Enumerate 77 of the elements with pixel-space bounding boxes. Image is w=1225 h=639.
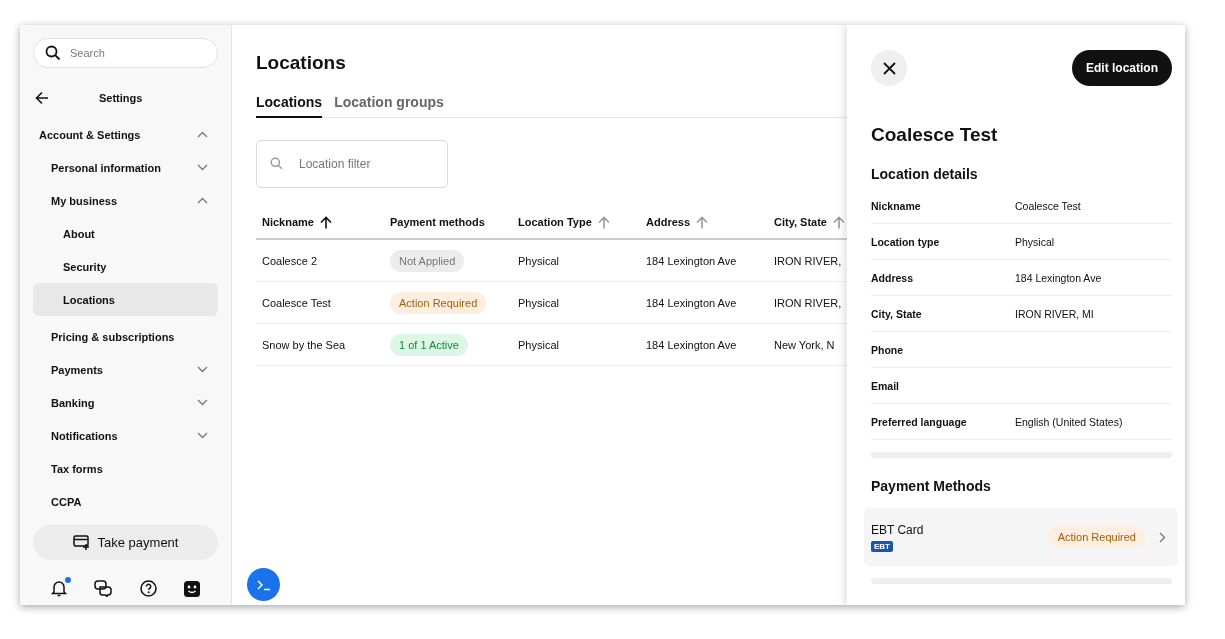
table-cell: Coalesce 2 [262, 254, 318, 267]
column-header[interactable]: Payment methods [390, 216, 485, 228]
detail-label: Location type [871, 235, 941, 248]
payment-method-name: EBT Card [871, 522, 925, 537]
detail-label: Preferred language [871, 415, 968, 428]
tab[interactable]: Locations [256, 94, 323, 118]
table-cell: Physical [518, 296, 559, 309]
page-title: Locations [256, 52, 347, 74]
table-cell: Snow by the Sea [262, 338, 346, 351]
table-cell: 184 Lexington Ave [646, 338, 737, 351]
edit-location-button[interactable]: Edit location [1072, 50, 1172, 86]
detail-label: Address [871, 271, 914, 284]
chevron-right-icon [1159, 531, 1166, 543]
close-icon [882, 61, 896, 75]
column-header[interactable]: Address [646, 216, 691, 228]
nav-item[interactable]: Payments [33, 353, 218, 386]
sort-arrow-icon[interactable] [320, 215, 332, 229]
detail-label: Phone [871, 343, 905, 356]
section-heading: Location details [871, 166, 979, 182]
nav-item[interactable]: CCPA [33, 485, 218, 518]
search-field[interactable]: Search [33, 38, 218, 68]
table-cell: New York, N [774, 338, 835, 351]
payment-method-card[interactable]: EBT Card EBT Action Required [864, 508, 1178, 566]
detail-label: Email [871, 379, 900, 392]
card-plus-icon [72, 535, 90, 550]
settings-title: Settings [99, 92, 143, 104]
table-cell: IRON RIVER, [774, 296, 842, 309]
table-cell: 184 Lexington Ave [646, 296, 737, 309]
tab[interactable]: Location groups [334, 94, 444, 117]
table-cell: Physical [518, 338, 559, 351]
nav-item[interactable]: Tax forms [33, 452, 218, 485]
smiley-face-icon[interactable] [184, 580, 201, 597]
section-heading: Payment Methods [871, 478, 992, 494]
take-payment-button[interactable]: Take payment [33, 525, 218, 560]
detail-value: Physical [1015, 235, 1055, 248]
table-cell: Coalesce Test [262, 296, 331, 309]
status-badge: Action Required [1048, 526, 1145, 548]
detail-label: City, State [871, 307, 923, 320]
nav-item[interactable]: Account & Settings [33, 118, 218, 151]
help-icon[interactable] [139, 580, 157, 597]
table-cell: 184 Lexington Ave [646, 254, 737, 267]
bell-icon[interactable] [50, 580, 67, 597]
nav-item[interactable]: Banking [33, 386, 218, 419]
location-filter-field[interactable]: Location filter [256, 140, 448, 188]
status-badge: Not Applied [390, 249, 465, 272]
column-header[interactable]: City, State [774, 216, 827, 228]
detail-value: IRON RIVER, MI [1015, 307, 1094, 320]
terminal-button[interactable] [247, 568, 280, 601]
detail-label: Nickname [871, 199, 922, 212]
close-button[interactable] [871, 50, 907, 86]
chevron-up-icon [197, 197, 208, 204]
nav-item[interactable]: Notifications [33, 419, 218, 452]
chevron-up-icon [197, 131, 208, 138]
nav-item[interactable]: My business [33, 184, 218, 217]
table-cell: IRON RIVER, [774, 254, 842, 267]
column-header[interactable]: Nickname [262, 216, 314, 228]
nav-item[interactable]: Security [33, 250, 218, 283]
chevron-down-icon [197, 164, 208, 171]
back-arrow-icon[interactable] [35, 91, 49, 105]
detail-value: Coalesce Test [1015, 199, 1081, 212]
chevron-down-icon [197, 366, 208, 373]
chevron-down-icon [197, 399, 208, 406]
nav-item[interactable]: Personal information [33, 151, 218, 184]
column-header[interactable]: Location Type [518, 216, 592, 228]
detail-value: English (United States) [1015, 415, 1123, 428]
status-badge: Action Required [390, 291, 487, 314]
detail-value: 184 Lexington Ave [1015, 271, 1102, 284]
nav-item[interactable]: Pricing & subscriptions [33, 320, 218, 353]
status-badge: 1 of 1 Active [390, 333, 468, 356]
nav-item[interactable]: About [33, 217, 218, 250]
chat-bubbles-icon[interactable] [94, 580, 113, 597]
location-title: Coalesce Test [871, 124, 999, 146]
terminal-prompt-icon [256, 578, 271, 591]
chevron-down-icon [197, 432, 208, 439]
ebt-logo: EBT [871, 540, 893, 552]
table-cell: Physical [518, 254, 559, 267]
nav-item[interactable]: Locations [33, 283, 218, 316]
